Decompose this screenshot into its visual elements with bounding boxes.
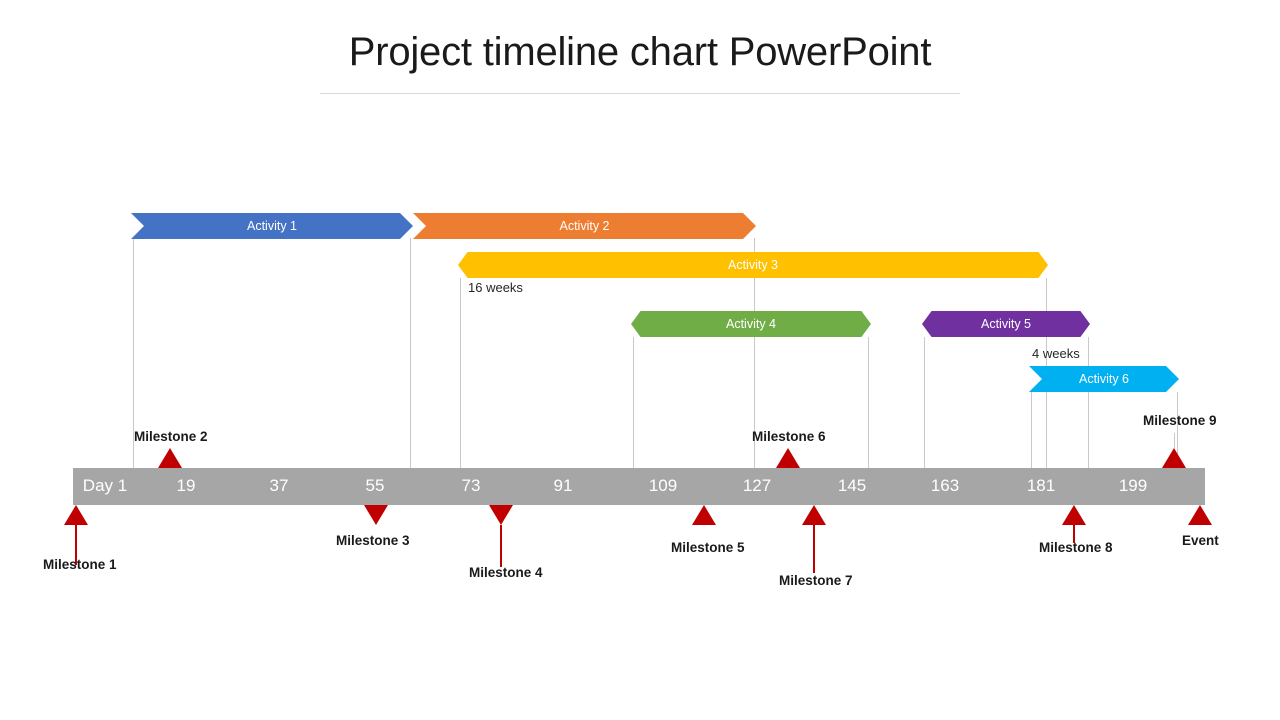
milestone-label-1: Milestone 1	[43, 557, 117, 572]
activity-label-2: Activity 2	[559, 218, 610, 233]
activity-bar-5[interactable]: Activity 5	[922, 311, 1090, 337]
gridline-7	[924, 337, 925, 468]
activity-bar-6[interactable]: Activity 6	[1029, 366, 1179, 392]
activity-label-6: Activity 6	[1078, 371, 1129, 386]
activity-bar-3[interactable]: Activity 3	[458, 252, 1048, 278]
milestone-label-6: Milestone 6	[752, 429, 826, 444]
activity-label-1: Activity 1	[246, 218, 297, 233]
gridline-6	[868, 337, 869, 468]
activity-label-5: Activity 5	[980, 316, 1031, 331]
milestone-stem-7	[813, 525, 815, 573]
milestone-marker-2[interactable]	[158, 448, 182, 468]
duration-label-2: 4 weeks	[1032, 346, 1080, 361]
milestone-marker-3[interactable]	[364, 505, 388, 525]
milestone-label-4: Milestone 4	[469, 565, 543, 580]
milestone-label-2: Milestone 2	[134, 429, 208, 444]
milestone-marker-5[interactable]	[692, 505, 716, 525]
gridline-2	[460, 278, 461, 468]
axis-tick-3: 55	[365, 476, 385, 495]
activity-label-3: Activity 3	[727, 257, 778, 272]
milestone-marker-1[interactable]	[64, 505, 88, 525]
milestone-label-7: Milestone 7	[779, 573, 853, 588]
axis-tick-10: 181	[1026, 476, 1056, 495]
activity-bar-2[interactable]: Activity 2	[413, 213, 756, 239]
milestone-marker-4[interactable]	[489, 505, 513, 525]
milestone-marker-6[interactable]	[776, 448, 800, 468]
milestone-label-9: Milestone 9	[1143, 413, 1217, 428]
axis-tick-6: 109	[648, 476, 678, 495]
milestone-marker-9[interactable]	[1162, 448, 1186, 468]
milestone-stem-4	[500, 525, 502, 567]
milestone-marker-10[interactable]	[1188, 505, 1212, 525]
axis-tick-11: 199	[1118, 476, 1148, 495]
milestone-marker-7[interactable]	[802, 505, 826, 525]
axis-tick-1: 19	[176, 476, 196, 495]
axis-tick-5: 91	[553, 476, 573, 495]
axis-tick-9: 163	[930, 476, 960, 495]
gridline-9	[1031, 392, 1032, 468]
timeline-chart: Activity 1 Activity 2 Activity 3 Activity 4…	[0, 0, 1280, 720]
activity-label-4: Activity 4	[725, 316, 776, 331]
axis-tick-4: 73	[461, 476, 481, 495]
gridline-1	[410, 238, 411, 468]
milestone-label-5: Milestone 5	[671, 540, 745, 555]
duration-label-1: 16 weeks	[468, 280, 523, 295]
slide-canvas: Project timeline chart PowerPoint Activi…	[0, 0, 1280, 720]
milestone-label-3: Milestone 3	[336, 533, 410, 548]
milestone-label-8: Milestone 8	[1039, 540, 1113, 555]
activity-bar-1[interactable]: Activity 1	[131, 213, 413, 239]
axis-tick-2: 37	[269, 476, 289, 495]
activity-bar-4[interactable]: Activity 4	[631, 311, 871, 337]
milestone-leader-9	[1173, 433, 1175, 448]
axis-tick-0: Day 1	[82, 476, 128, 495]
axis-tick-8: 145	[837, 476, 867, 495]
milestone-label-10: Event	[1182, 533, 1219, 548]
gridline-5	[633, 337, 634, 468]
gridline-8	[1088, 337, 1089, 468]
milestone-marker-8[interactable]	[1062, 505, 1086, 525]
axis-tick-7: 127	[742, 476, 772, 495]
